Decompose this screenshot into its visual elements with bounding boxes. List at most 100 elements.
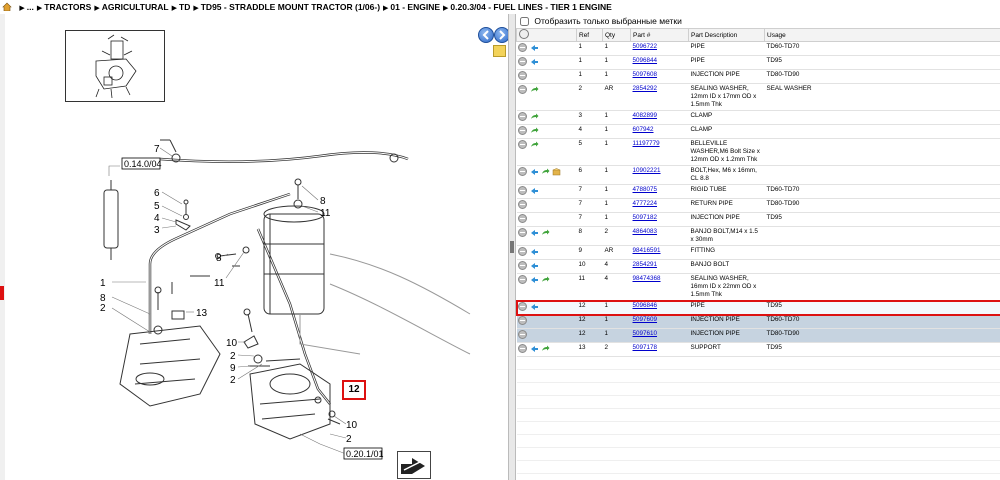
- callout-5[interactable]: 5: [154, 201, 160, 212]
- part-number-link[interactable]: 4777224: [633, 200, 658, 207]
- callout-ref-0-20-1-01[interactable]: 0.20.1/01: [346, 449, 384, 459]
- part-number-link[interactable]: 5097610: [633, 330, 658, 337]
- breadcrumb-item[interactable]: 01 - ENGINE: [390, 2, 440, 12]
- green-arrow-icon[interactable]: [530, 113, 539, 121]
- callout-11-mid[interactable]: 11: [214, 278, 225, 289]
- part-number-link[interactable]: 98416591: [633, 247, 661, 254]
- part-number-link[interactable]: 5096846: [633, 302, 658, 309]
- callout-2-left[interactable]: 2: [100, 303, 106, 314]
- expand-icon[interactable]: [517, 57, 527, 66]
- table-row[interactable]: 13 2 5097178 SUPPORT TD95: [516, 342, 1000, 357]
- table-row[interactable]: 1 1 5097608 INJECTION PIPE TD80-TD90: [516, 69, 1000, 84]
- cart-arrow-icon[interactable]: [530, 276, 539, 284]
- callout-9[interactable]: 9: [230, 363, 236, 374]
- table-row[interactable]: 4 1 607942 CLAMP: [516, 124, 1000, 139]
- part-number-link[interactable]: 2854292: [633, 85, 658, 92]
- part-number-link[interactable]: 5097178: [633, 344, 658, 351]
- expand-icon[interactable]: [517, 261, 527, 270]
- table-row[interactable]: 12 1 5097610 INJECTION PIPE TD80-TD90: [516, 328, 1000, 343]
- expand-icon[interactable]: [517, 112, 527, 121]
- header-settings[interactable]: [516, 28, 577, 42]
- table-row[interactable]: 1 1 5096844 PIPE TD95: [516, 55, 1000, 70]
- table-row[interactable]: 5 1 11197779 BELLEVILLE WASHER,M6 Bolt Size…: [516, 138, 1000, 166]
- callout-10-mid[interactable]: 10: [226, 338, 238, 349]
- expand-icon[interactable]: [517, 186, 527, 195]
- expand-icon[interactable]: [517, 214, 527, 223]
- breadcrumb-item[interactable]: AGRICULTURAL: [102, 2, 169, 12]
- green-arrow-icon[interactable]: [541, 276, 550, 284]
- show-selected-only-checkbox[interactable]: [520, 17, 529, 26]
- green-arrow-icon[interactable]: [530, 127, 539, 135]
- part-number-link[interactable]: 5097608: [633, 71, 658, 78]
- table-row[interactable]: 12 1 5097609 INJECTION PIPE TD60-TD70: [516, 314, 1000, 329]
- breadcrumb-item[interactable]: TD95 - STRADDLE MOUNT TRACTOR (1/06-): [201, 2, 380, 12]
- callout-8-top[interactable]: 8: [320, 196, 326, 207]
- expand-icon[interactable]: [517, 167, 527, 176]
- table-row[interactable]: 3 1 4082899 CLAMP: [516, 110, 1000, 125]
- breadcrumb-item[interactable]: TRACTORS: [44, 2, 91, 12]
- table-row[interactable]: 1 1 5096722 PIPE TD60-TD70: [516, 41, 1000, 56]
- green-arrow-icon[interactable]: [541, 168, 550, 176]
- callout-13[interactable]: 13: [196, 308, 208, 319]
- part-number-link[interactable]: 5096844: [633, 57, 658, 64]
- table-row[interactable]: 8 2 4864083 BANJO BOLT,M14 x 1.5 x 30mm: [516, 226, 1000, 246]
- callout-11-top[interactable]: 11: [320, 208, 331, 219]
- part-number-link[interactable]: 607942: [633, 126, 654, 133]
- part-number-link[interactable]: 98474368: [633, 275, 661, 282]
- callout-6[interactable]: 6: [154, 188, 160, 199]
- expand-icon[interactable]: [517, 200, 527, 209]
- zoom-nav-icon[interactable]: [397, 451, 431, 479]
- table-row[interactable]: 7 1 4777224 RETURN PIPE TD80-TD90: [516, 198, 1000, 213]
- callout-2-bottom[interactable]: 2: [346, 434, 352, 445]
- expand-icon[interactable]: [517, 85, 527, 94]
- part-number-link[interactable]: 11197779: [633, 140, 660, 147]
- home-icon[interactable]: [2, 2, 12, 11]
- expand-icon[interactable]: [517, 126, 527, 135]
- green-arrow-icon[interactable]: [530, 86, 539, 94]
- callout-7[interactable]: 7: [154, 144, 160, 155]
- part-number-link[interactable]: 5097182: [633, 214, 658, 221]
- callout-10-low[interactable]: 10: [346, 420, 358, 431]
- package-icon[interactable]: [552, 168, 561, 176]
- expand-icon[interactable]: [517, 302, 527, 311]
- green-arrow-icon[interactable]: [541, 229, 550, 237]
- table-row[interactable]: 11 4 98474368 SEALING WASHER, 16mm ID x 22m…: [516, 273, 1000, 301]
- cart-arrow-icon[interactable]: [530, 187, 539, 195]
- part-number-link[interactable]: 4788075: [633, 186, 658, 193]
- table-row[interactable]: 2 AR 2854292 SEALING WASHER, 12mm ID x 17mm…: [516, 83, 1000, 111]
- green-arrow-icon[interactable]: [530, 141, 539, 149]
- callout-8-mid[interactable]: 8: [216, 253, 222, 264]
- header-ref[interactable]: Ref: [576, 28, 603, 42]
- breadcrumb-item[interactable]: ...: [27, 2, 34, 12]
- table-row[interactable]: 7 1 4788075 RIGID TUBE TD60-TD70: [516, 184, 1000, 199]
- cart-arrow-icon[interactable]: [530, 303, 539, 311]
- callout-12-highlight[interactable]: 12: [342, 380, 366, 400]
- part-number-link[interactable]: 4864083: [633, 228, 658, 235]
- callout-4[interactable]: 4: [154, 213, 160, 224]
- table-row[interactable]: 9 AR 98416591 FITTING: [516, 245, 1000, 260]
- expand-icon[interactable]: [517, 43, 527, 52]
- breadcrumb-item[interactable]: 0.20.3/04 - FUEL LINES - TIER 1 ENGINE: [450, 2, 611, 12]
- part-number-link[interactable]: 10902221: [633, 167, 661, 174]
- expand-icon[interactable]: [517, 275, 527, 284]
- cart-arrow-icon[interactable]: [530, 262, 539, 270]
- cart-arrow-icon[interactable]: [530, 58, 539, 66]
- expand-icon[interactable]: [517, 140, 527, 149]
- header-usage[interactable]: Usage: [764, 28, 1000, 42]
- callout-ref-0-14-0-04[interactable]: 0.14.0/04: [124, 159, 162, 169]
- header-part-number[interactable]: Part #: [630, 28, 689, 42]
- expand-icon[interactable]: [517, 316, 527, 325]
- cart-arrow-icon[interactable]: [530, 229, 539, 237]
- table-row[interactable]: 6 1 10902221 BOLT,Hex, M6 x 16mm, CL 8.8: [516, 165, 1000, 185]
- table-row[interactable]: 10 4 2854291 BANJO BOLT: [516, 259, 1000, 274]
- cart-arrow-icon[interactable]: [530, 168, 539, 176]
- callout-2-mid[interactable]: 2: [230, 351, 236, 362]
- part-number-link[interactable]: 5096722: [633, 43, 658, 50]
- part-number-link[interactable]: 2854291: [633, 261, 658, 268]
- cart-arrow-icon[interactable]: [530, 248, 539, 256]
- part-number-link[interactable]: 4082899: [633, 112, 658, 119]
- header-description[interactable]: Part Description: [688, 28, 765, 42]
- expand-icon[interactable]: [517, 330, 527, 339]
- expand-icon[interactable]: [517, 344, 527, 353]
- callout-1[interactable]: 1: [100, 278, 106, 289]
